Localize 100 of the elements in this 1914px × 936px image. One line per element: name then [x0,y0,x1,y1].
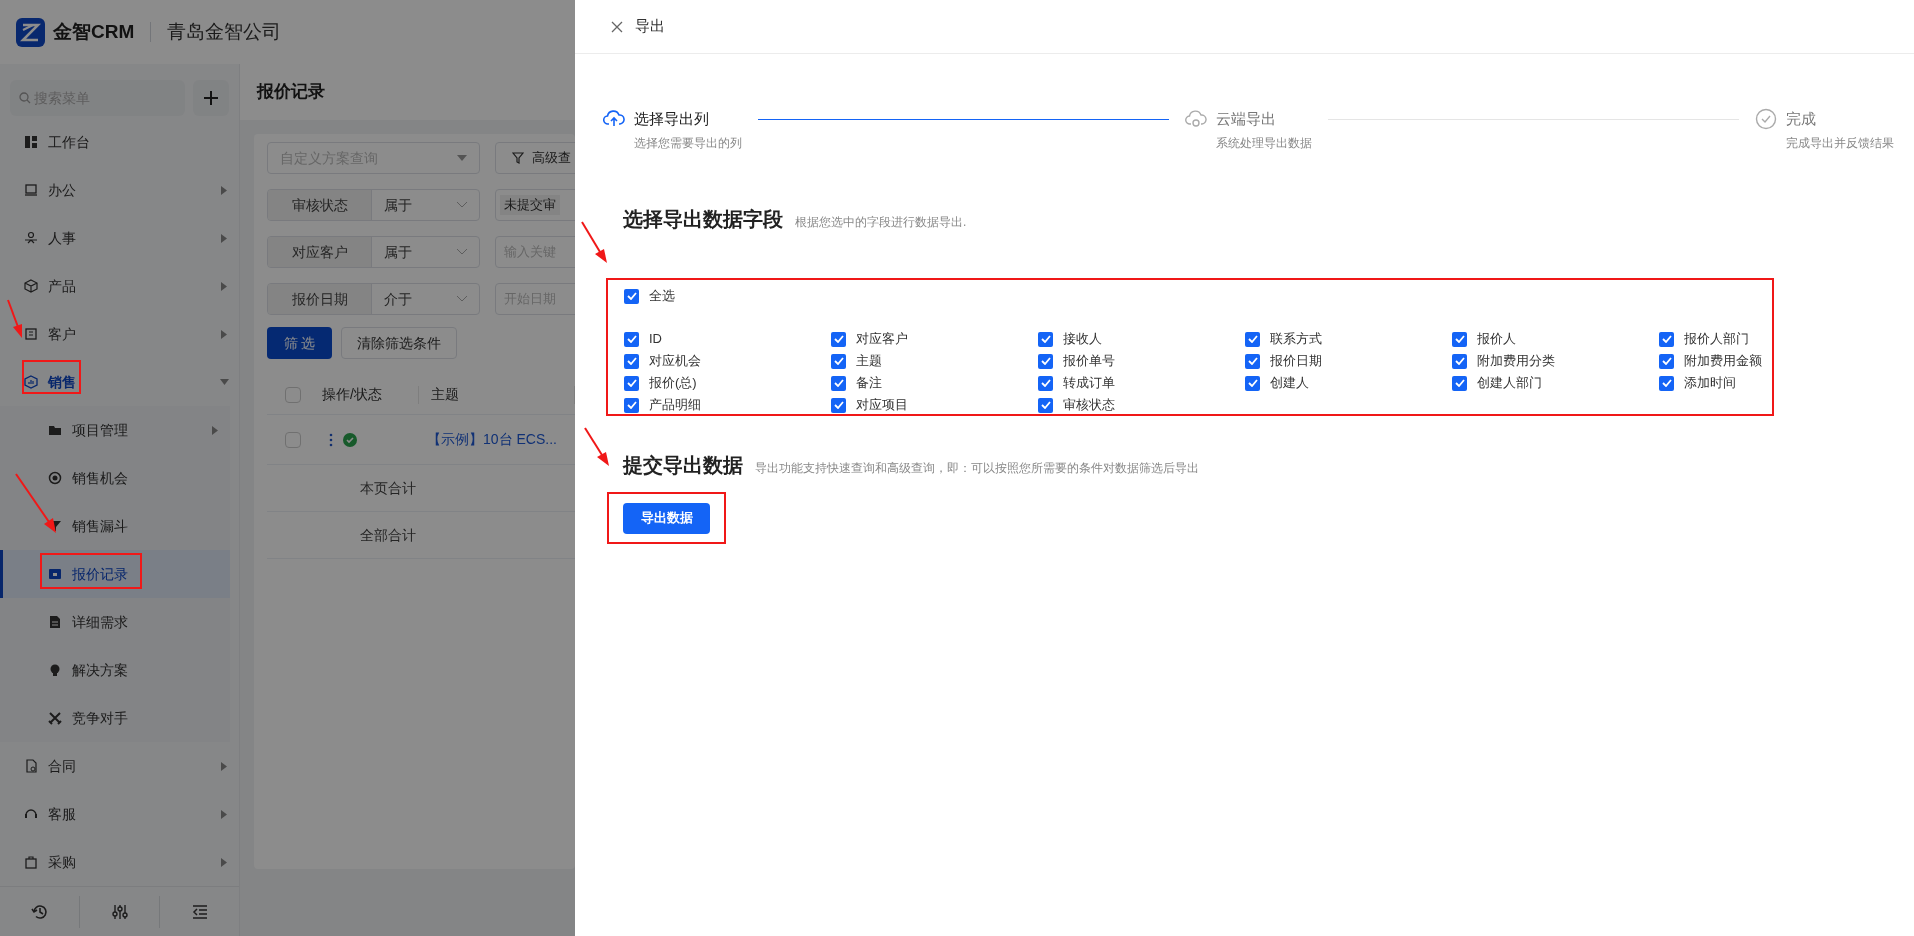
checkbox[interactable] [285,386,301,403]
checkbox-label: 主题 [856,352,882,371]
checkbox[interactable] [831,353,846,369]
checkbox[interactable] [624,288,639,304]
checkbox[interactable] [1659,353,1674,369]
section-hint: 根据您选中的字段进行数据导出. [795,214,967,231]
hexagon-icon [24,375,38,389]
checkbox-label: 报价人 [1477,330,1516,349]
checkbox[interactable] [1659,375,1674,391]
menu-item[interactable]: 合同 [0,742,239,790]
checkbox-label: 报价单号 [1063,352,1115,371]
document-icon [24,759,38,773]
clear-filters-button[interactable]: 清除筛选条件 [341,327,457,359]
step-title: 完成 [1786,109,1817,129]
building-icon [24,327,38,341]
annotation-arrow [7,299,22,338]
menu-item[interactable]: 采购 [0,838,239,886]
step-title: 选择导出列 [634,109,710,129]
checkbox[interactable] [624,331,639,347]
checkbox[interactable] [624,375,639,391]
checkbox-label: 报价人部门 [1684,330,1749,349]
menu-item[interactable]: 人事 [0,214,239,262]
submenu-item[interactable]: 竞争对手 [0,694,230,742]
lightbulb-icon [48,663,62,677]
step-description: 选择您需要导出的列 [634,135,742,152]
more-icon[interactable] [329,432,333,447]
checkbox-label: ID [649,330,662,349]
checkbox[interactable] [1659,331,1674,347]
folder-icon [48,423,62,437]
step-description: 系统处理导出数据 [1216,135,1312,152]
checkbox[interactable] [624,397,639,413]
export-data-button[interactable]: 导出数据 [623,502,710,534]
checkbox[interactable] [831,397,846,413]
history-icon[interactable] [30,902,49,921]
checkbox-label: 对应机会 [649,352,701,371]
document-icon [48,615,62,629]
close-icon[interactable] [611,20,623,33]
summary-label: 本页合计 [360,478,416,498]
checkbox[interactable] [1245,331,1260,347]
checkbox-label: 创建人 [1270,374,1309,393]
logo-text: 金智CRM [53,19,135,44]
dropdown-icon [457,155,467,161]
checkbox[interactable] [1038,331,1053,347]
checkbox[interactable] [1038,375,1053,391]
checkbox[interactable] [1038,397,1053,413]
dashboard-icon [24,135,38,149]
checkbox[interactable] [624,353,639,369]
card-icon [48,567,62,581]
bag-icon [24,855,38,869]
step-title: 云端导出 [1216,109,1277,129]
checkbox[interactable] [1452,353,1467,369]
checkbox-label: 附加费用金额 [1684,352,1762,371]
filter-button[interactable]: 筛 选 [267,327,332,359]
company-name: 青岛金智公司 [167,19,282,44]
submenu-item[interactable]: 项目管理 [0,406,230,454]
checkbox[interactable] [831,375,846,391]
checkbox[interactable] [1245,375,1260,391]
drawer-title: 导出 [635,16,665,37]
submenu-item[interactable]: 详细需求 [0,598,230,646]
section-title: 提交导出数据 [623,453,743,478]
add-button[interactable] [193,80,229,116]
column-header: 操作/状态 [322,385,382,404]
step-description: 完成导出并反馈结果 [1786,135,1894,152]
search-icon [19,92,31,104]
checkbox[interactable] [831,331,846,347]
menu-item[interactable]: 销售 [0,358,239,406]
people-icon [24,231,38,245]
menu-item[interactable]: 客户 [0,310,239,358]
collapse-menu-icon[interactable] [191,904,208,919]
monitor-icon [24,183,38,197]
menu-item[interactable]: 工作台 [0,118,239,166]
page-title: 报价记录 [257,81,325,104]
checkbox-label: 联系方式 [1270,330,1322,349]
checkbox[interactable] [1452,331,1467,347]
section-title: 选择导出数据字段 [623,207,783,232]
checkbox-label: 报价(总) [649,374,697,393]
subject-link[interactable]: 【示例】10台 ECS... [419,429,557,450]
menu-item[interactable]: 办公 [0,166,239,214]
plus-icon [203,90,219,106]
annotation-arrow [581,221,607,263]
submenu-item[interactable]: 解决方案 [0,646,230,694]
filter-icon [512,152,524,164]
submenu-item[interactable]: 销售机会 [0,454,230,502]
section-hint: 导出功能支持快速查询和高级查询，即：可以按照您所需要的条件对数据筛选后导出 [755,460,1199,477]
checkbox[interactable] [285,431,301,448]
checkbox[interactable] [1452,375,1467,391]
target-icon [48,471,62,485]
checkbox[interactable] [1245,353,1260,369]
checkbox-label: 对应客户 [856,330,908,349]
submenu-item[interactable]: 报价记录 [0,550,230,598]
logo-icon [16,17,45,47]
menu-item[interactable]: 客服 [0,790,239,838]
cube-icon [24,279,38,293]
checkbox-label: 转成订单 [1063,374,1115,393]
checkbox[interactable] [1038,353,1053,369]
checkbox-label: 附加费用分类 [1477,352,1555,371]
menu-item[interactable]: 产品 [0,262,239,310]
settings-icon[interactable] [110,902,129,921]
summary-label: 全部合计 [360,525,416,545]
checkbox-label: 全选 [649,287,675,306]
